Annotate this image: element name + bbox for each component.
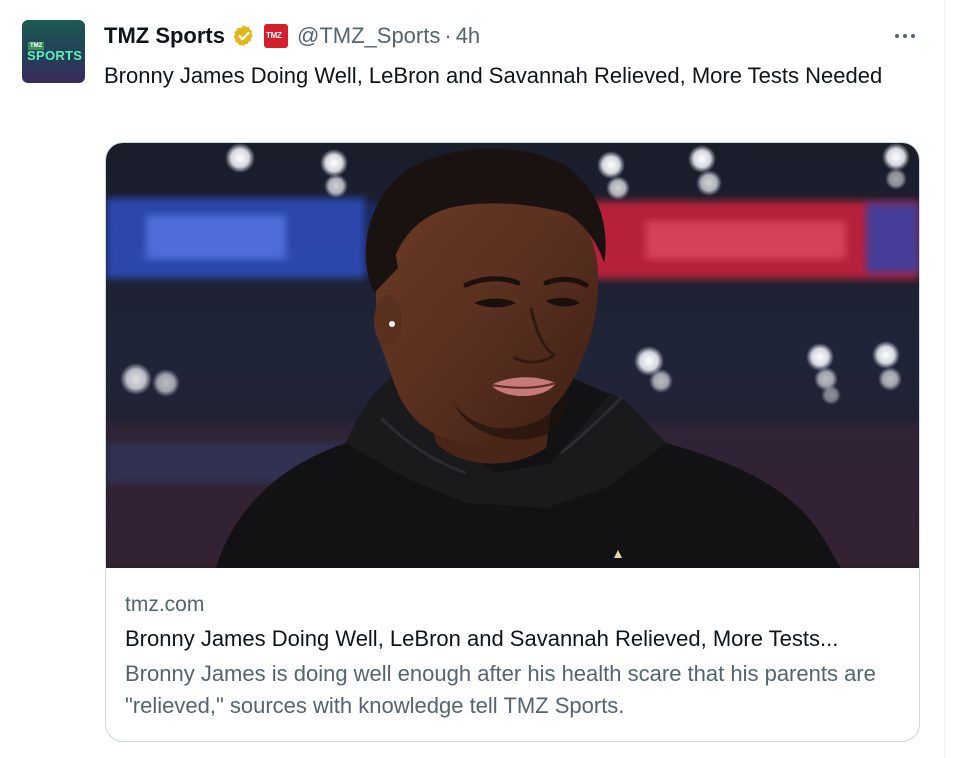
card-description: Bronny James is doing well enough after …	[125, 661, 876, 718]
separator-dot: ·	[444, 23, 452, 48]
tweet-text: Bronny James Doing Well, LeBron and Sava…	[104, 63, 883, 88]
card-domain[interactable]: tmz.com	[125, 593, 204, 617]
affiliate-badge-text: TMZ	[266, 31, 282, 40]
verified-badge-icon	[233, 25, 253, 47]
display-name[interactable]: TMZ Sports	[104, 23, 225, 49]
affiliate-badge-icon[interactable]: TMZ	[264, 24, 288, 48]
more-horizontal-icon	[911, 34, 915, 38]
more-horizontal-icon	[903, 34, 907, 38]
avatar-sports-text: SPORTS	[27, 48, 83, 63]
tweet-header: TMZ Sports TMZ @TMZ_Sports · 4h	[104, 22, 480, 50]
avatar[interactable]: TMZ SPORTS	[22, 20, 85, 83]
timeline-divider	[944, 0, 945, 758]
timestamp[interactable]: 4h	[456, 23, 480, 49]
user-handle[interactable]: @TMZ_Sports	[297, 23, 440, 49]
link-card[interactable]: tmz.com Bronny James Doing Well, LeBron …	[105, 142, 920, 742]
more-options-button[interactable]	[888, 24, 922, 48]
more-horizontal-icon	[895, 34, 899, 38]
card-title[interactable]: Bronny James Doing Well, LeBron and Sava…	[125, 626, 905, 652]
card-image[interactable]	[106, 143, 919, 568]
